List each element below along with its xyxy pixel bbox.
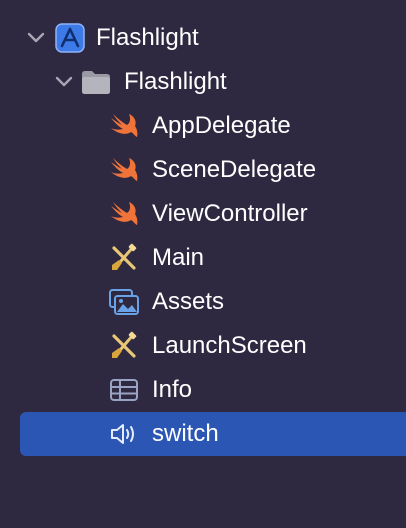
folder-icon — [80, 66, 112, 98]
swift-file-icon — [108, 198, 140, 230]
file-name: Assets — [152, 288, 225, 315]
speaker-icon — [108, 418, 140, 450]
file-name: switch — [152, 420, 219, 447]
file-row-viewcontroller[interactable]: ViewController — [0, 192, 406, 236]
file-row-launchscreen[interactable]: LaunchScreen — [0, 324, 406, 368]
project-navigator: Flashlight Flashlight AppDelegate SceneD… — [0, 0, 406, 528]
chevron-down-icon[interactable] — [26, 28, 46, 48]
asset-catalog-icon — [108, 286, 140, 318]
chevron-down-icon[interactable] — [54, 72, 74, 92]
swift-file-icon — [108, 110, 140, 142]
file-name: AppDelegate — [152, 112, 291, 139]
file-name: LaunchScreen — [152, 332, 307, 359]
file-row-scenedelegate[interactable]: SceneDelegate — [0, 148, 406, 192]
file-name: Info — [152, 376, 193, 403]
file-row-main[interactable]: Main — [0, 236, 406, 280]
project-name: Flashlight — [96, 24, 199, 51]
storyboard-icon — [108, 242, 140, 274]
storyboard-icon — [108, 330, 140, 362]
swift-file-icon — [108, 154, 140, 186]
file-name: ViewController — [152, 200, 308, 227]
file-name: SceneDelegate — [152, 156, 317, 183]
file-name: Main — [152, 244, 205, 271]
project-row[interactable]: Flashlight — [0, 16, 406, 60]
plist-icon — [108, 374, 140, 406]
group-name: Flashlight — [124, 68, 227, 95]
file-row-switch[interactable]: switch — [20, 412, 406, 456]
file-row-info[interactable]: Info — [0, 368, 406, 412]
xcode-project-icon — [54, 22, 86, 54]
group-row[interactable]: Flashlight — [0, 60, 406, 104]
file-row-appdelegate[interactable]: AppDelegate — [0, 104, 406, 148]
file-row-assets[interactable]: Assets — [0, 280, 406, 324]
